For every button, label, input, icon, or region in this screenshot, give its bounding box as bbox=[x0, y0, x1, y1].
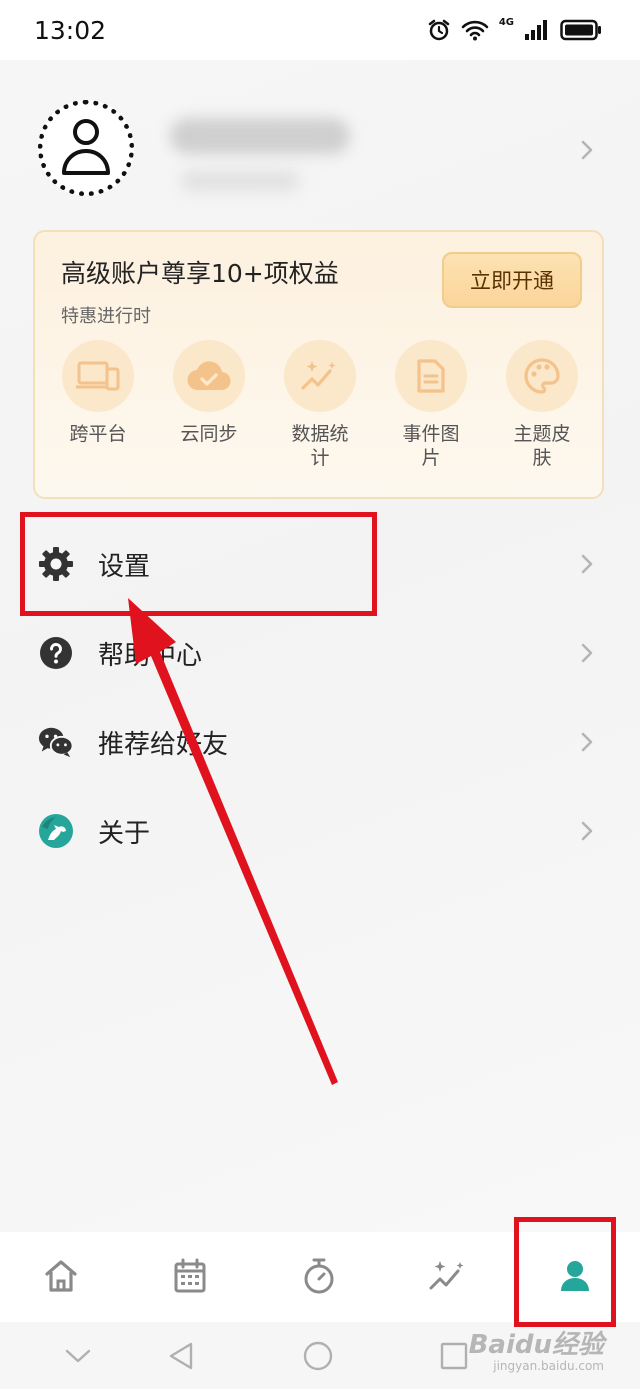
menu-item-recommend[interactable]: 推荐给好友 bbox=[0, 698, 640, 786]
account-id-redacted bbox=[180, 170, 300, 192]
person-icon bbox=[58, 115, 114, 181]
benefit-label: 事件图片 bbox=[402, 423, 460, 469]
chevron-right-icon bbox=[580, 139, 594, 161]
watermark-url: jingyan.baidu.com bbox=[493, 1359, 604, 1373]
palette-icon bbox=[506, 340, 578, 412]
benefit-label: 云同步 bbox=[180, 423, 238, 445]
status-icons: 4G bbox=[427, 16, 602, 42]
home-icon[interactable] bbox=[41, 1256, 81, 1296]
home-circle-icon[interactable] bbox=[302, 1340, 334, 1372]
status-time: 13:02 bbox=[34, 15, 107, 45]
timer-icon[interactable] bbox=[299, 1256, 339, 1296]
wifi-icon bbox=[461, 19, 489, 41]
benefit-cloud-sync[interactable]: 云同步 bbox=[154, 340, 264, 446]
recents-square-icon[interactable] bbox=[438, 1340, 470, 1372]
chevron-right-icon bbox=[580, 820, 594, 842]
wechat-icon bbox=[38, 724, 74, 760]
benefit-theme-skin[interactable]: 主题皮肤 bbox=[487, 340, 597, 470]
devices-icon bbox=[62, 340, 134, 412]
menu-item-about[interactable]: 关于 bbox=[0, 787, 640, 875]
document-icon bbox=[395, 340, 467, 412]
benefit-label: 跨平台 bbox=[69, 423, 127, 445]
menu-item-label: 帮助中心 bbox=[98, 640, 203, 671]
app-logo-icon bbox=[38, 813, 74, 849]
activate-premium-button[interactable]: 立即开通 bbox=[442, 252, 582, 308]
chevron-right-icon bbox=[580, 731, 594, 753]
chevron-right-icon bbox=[580, 553, 594, 575]
menu-item-label: 关于 bbox=[98, 818, 151, 849]
username-redacted bbox=[170, 118, 350, 154]
watermark-brand: Baidu经验 bbox=[468, 1330, 604, 1360]
chevron-down-icon[interactable] bbox=[62, 1340, 94, 1372]
premium-benefits: 跨平台 云同步 数据统计 事件图片 主题皮肤 bbox=[35, 340, 606, 480]
annotation-highlight-settings bbox=[20, 512, 377, 616]
premium-title: 高级账户尊享10+项权益 bbox=[61, 259, 339, 288]
calendar-icon[interactable] bbox=[170, 1256, 210, 1296]
network-type: 4G bbox=[498, 16, 514, 28]
profile-header[interactable] bbox=[0, 60, 640, 230]
back-triangle-icon[interactable] bbox=[165, 1340, 197, 1372]
annotation-highlight-profile-tab bbox=[514, 1217, 616, 1327]
stats-icon[interactable] bbox=[428, 1256, 468, 1296]
menu-item-help-center[interactable]: 帮助中心 bbox=[0, 609, 640, 697]
benefit-event-images[interactable]: 事件图片 bbox=[376, 340, 486, 470]
benefit-label: 数据统计 bbox=[291, 423, 349, 469]
premium-subtitle: 特惠进行时 bbox=[61, 306, 151, 327]
alarm-icon bbox=[427, 18, 451, 42]
signal-icon bbox=[524, 19, 550, 41]
avatar[interactable] bbox=[38, 100, 134, 196]
menu-item-label: 推荐给好友 bbox=[98, 729, 229, 760]
premium-card[interactable]: 高级账户尊享10+项权益 特惠进行时 立即开通 跨平台 云同步 数据统计 事件图… bbox=[33, 230, 604, 499]
cloud-check-icon bbox=[173, 340, 245, 412]
help-icon bbox=[38, 635, 74, 671]
benefit-label: 主题皮肤 bbox=[513, 423, 571, 469]
benefit-statistics[interactable]: 数据统计 bbox=[265, 340, 375, 470]
content-area: 高级账户尊享10+项权益 特惠进行时 立即开通 跨平台 云同步 数据统计 事件图… bbox=[0, 60, 640, 1232]
status-bar: 13:02 4G bbox=[0, 0, 640, 60]
chevron-right-icon bbox=[580, 642, 594, 664]
battery-icon bbox=[560, 19, 602, 41]
benefit-cross-platform[interactable]: 跨平台 bbox=[43, 340, 153, 446]
sparkle-chart-icon bbox=[284, 340, 356, 412]
watermark-logo: Baidu经验 jingyan.baidu.com bbox=[469, 1324, 604, 1373]
